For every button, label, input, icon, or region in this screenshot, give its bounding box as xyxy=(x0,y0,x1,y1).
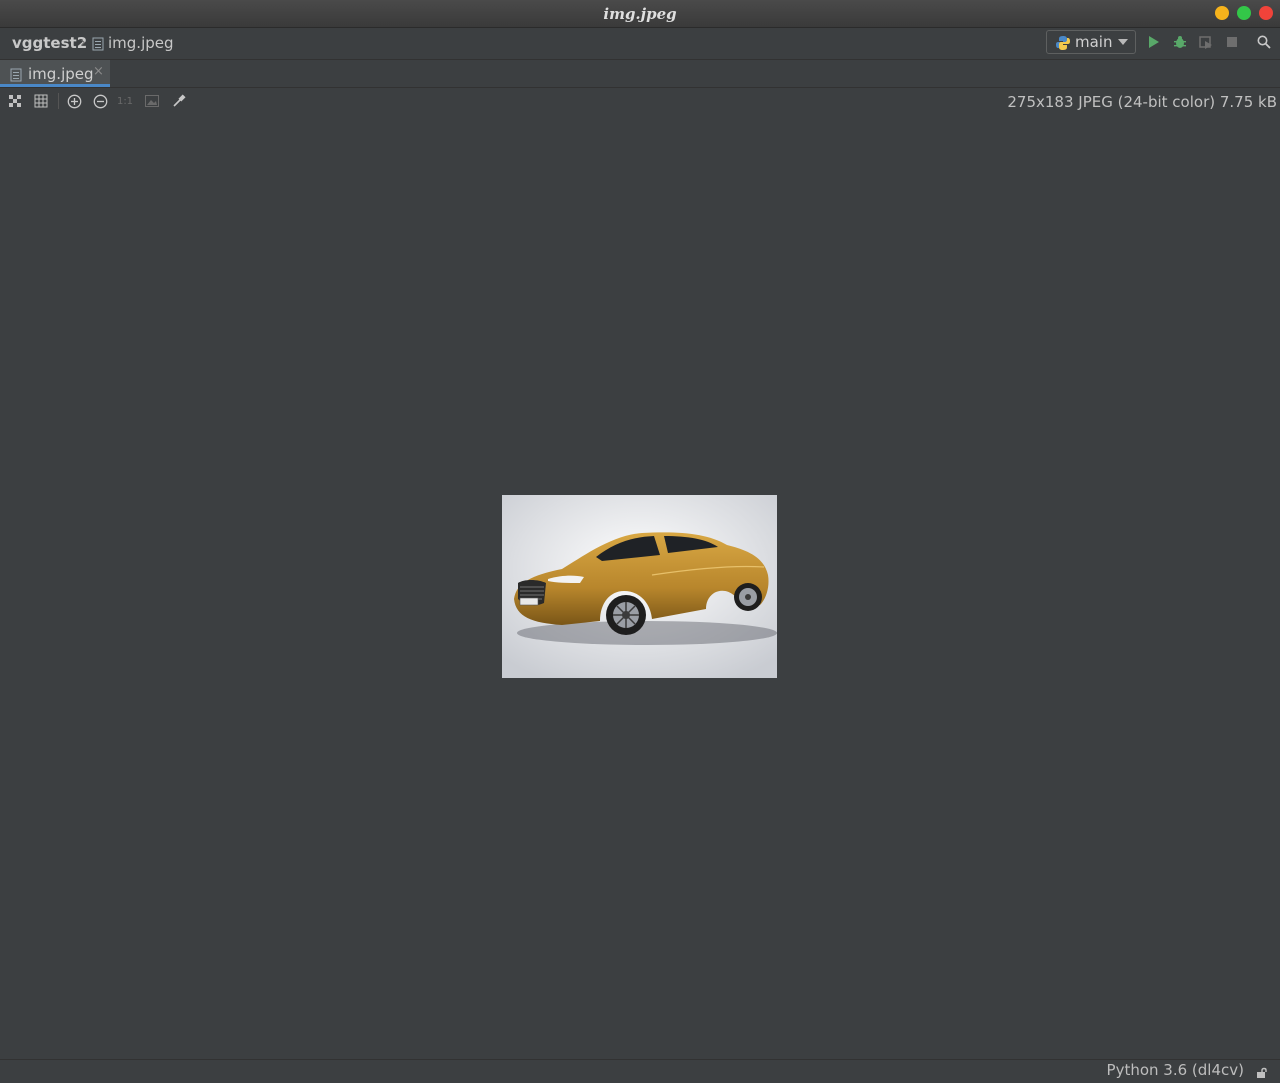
breadcrumb-project[interactable]: vggtest2 xyxy=(12,34,87,52)
window-title-bar: img.jpeg xyxy=(0,0,1280,28)
run-configuration-dropdown[interactable]: main xyxy=(1046,30,1136,54)
status-bar: Python 3.6 (dl4cv) xyxy=(0,1059,1280,1081)
tab-label: img.jpeg xyxy=(28,65,94,83)
color-picker-icon[interactable] xyxy=(170,92,188,110)
python-icon xyxy=(1056,35,1070,54)
breadcrumb-separator: › xyxy=(80,33,86,51)
debug-icon[interactable] xyxy=(1170,32,1190,52)
car-photo xyxy=(502,495,777,678)
image-info: 275x183 JPEG (24-bit color) 7.75 kB xyxy=(1007,93,1277,111)
image-preview xyxy=(502,495,777,678)
maximize-button[interactable] xyxy=(1237,6,1251,20)
navigation-bar: vggtest2 › img.jpeg main xyxy=(0,28,1280,60)
unlock-icon[interactable] xyxy=(1256,1064,1268,1083)
stop-icon[interactable] xyxy=(1222,32,1242,52)
image-file-icon xyxy=(92,36,104,55)
zoom-out-icon[interactable] xyxy=(91,92,109,110)
actual-size-button[interactable]: 1:1 xyxy=(116,92,134,110)
editor-tab-strip: img.jpeg × xyxy=(0,60,1280,88)
image-file-icon xyxy=(10,67,22,86)
tab-img-jpeg[interactable]: img.jpeg × xyxy=(0,60,110,87)
fit-zoom-icon[interactable] xyxy=(6,92,24,110)
toolbar-divider xyxy=(58,93,59,109)
zoom-in-icon[interactable] xyxy=(65,92,83,110)
grid-icon[interactable] xyxy=(32,92,50,110)
run-configuration-name: main xyxy=(1075,33,1113,51)
image-viewer-toolbar: 1:1 275x183 JPEG (24-bit color) 7.75 kB xyxy=(0,88,1280,114)
background-toggle-icon[interactable] xyxy=(143,92,161,110)
close-window-button[interactable] xyxy=(1259,6,1273,20)
minimize-button[interactable] xyxy=(1215,6,1229,20)
window-title: img.jpeg xyxy=(603,5,677,23)
python-interpreter[interactable]: Python 3.6 (dl4cv) xyxy=(1107,1061,1244,1079)
breadcrumb-file[interactable]: img.jpeg xyxy=(108,34,174,52)
chevron-down-icon xyxy=(1118,39,1128,45)
search-icon[interactable] xyxy=(1254,32,1274,52)
run-with-coverage-icon[interactable] xyxy=(1196,32,1216,52)
run-icon[interactable] xyxy=(1144,32,1164,52)
close-tab-icon[interactable]: × xyxy=(93,64,104,79)
